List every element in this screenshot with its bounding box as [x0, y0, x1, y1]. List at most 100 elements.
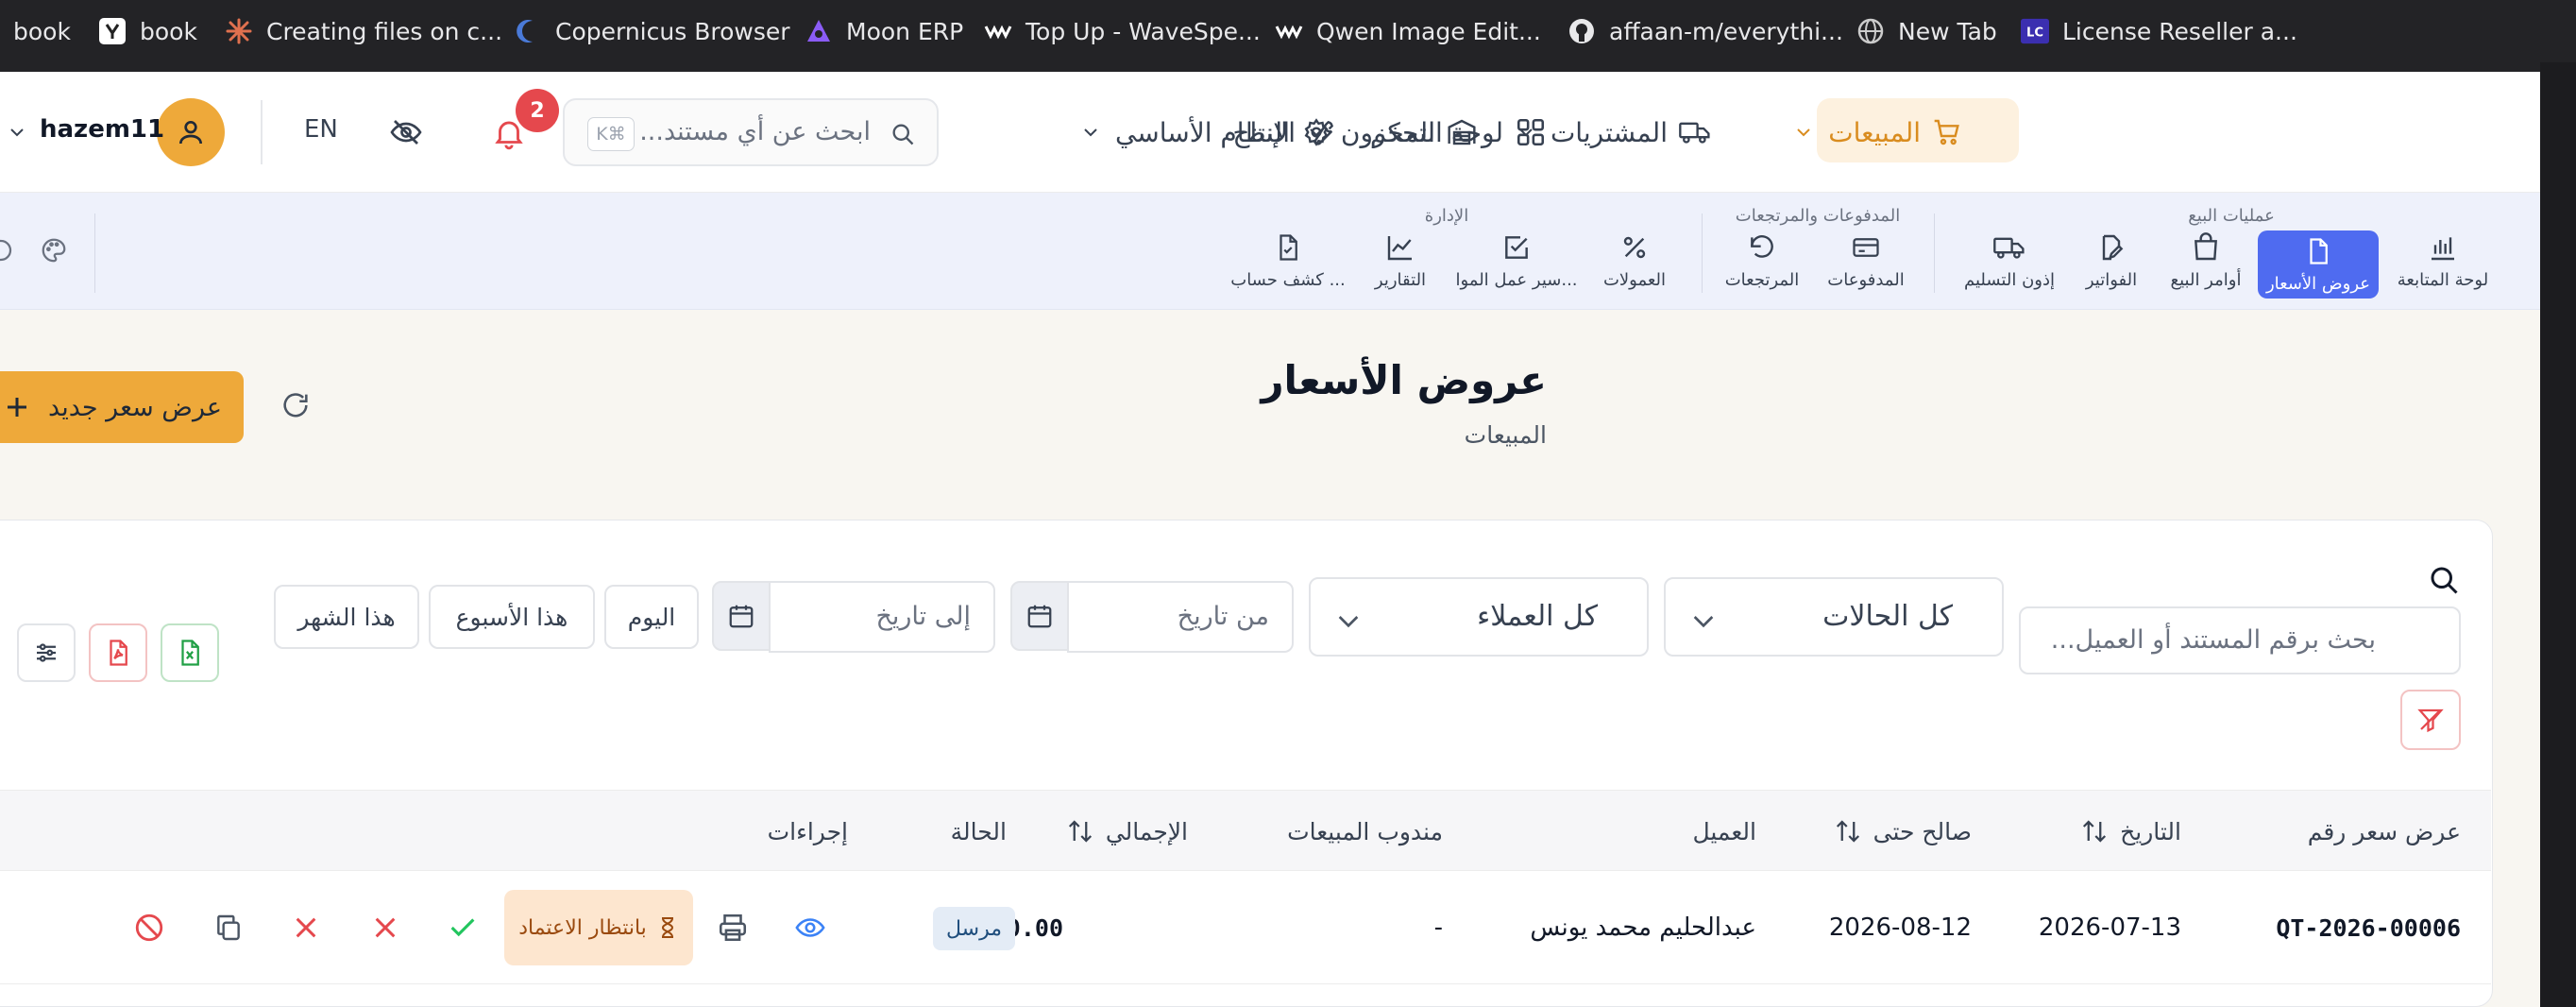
from-date-input[interactable]: من تاريخ	[1067, 581, 1294, 653]
percent-icon	[1619, 230, 1650, 265]
search-toggle-button[interactable]	[2427, 563, 2461, 597]
clear-filters-button[interactable]	[2400, 690, 2461, 750]
column-label: إجراءات	[767, 817, 848, 845]
document-icon	[2304, 234, 2332, 268]
to-date-picker-button[interactable]	[712, 581, 771, 651]
subnav-quotations[interactable]: عروض الأسعار	[2258, 230, 2379, 299]
bookmark-item[interactable]: Creating files on c...	[225, 0, 502, 62]
truck-icon	[1679, 117, 1711, 147]
column-header-valid-until[interactable]: صالح حتى	[1832, 791, 1972, 872]
search-icon	[890, 121, 916, 147]
column-header-total[interactable]: الإجمالي	[1064, 791, 1188, 872]
subnav-reports[interactable]: التقارير	[1339, 230, 1462, 297]
nav-sales[interactable]: المبيعات	[1794, 72, 1962, 193]
column-header-date[interactable]: التاريخ	[2078, 791, 2181, 872]
filter-today-button[interactable]: اليوم	[604, 585, 699, 649]
bookmark-item[interactable]: affaan-m/everythi...	[1568, 0, 1843, 62]
pdf-file-icon	[104, 639, 132, 667]
reject-button[interactable]	[366, 909, 404, 947]
bookmark-item[interactable]: New Tab	[1856, 0, 1997, 62]
subnav-monitoring[interactable]: لوحة المتابعة	[2381, 230, 2504, 297]
plus-icon	[3, 393, 31, 421]
nav-label: المشتريات	[1550, 116, 1668, 148]
customer-select[interactable]: كل العملاء	[1309, 577, 1649, 657]
new-quotation-button[interactable]: عرض سعر جديد	[0, 371, 244, 443]
eye-off-icon	[389, 115, 423, 149]
username[interactable]: hazem11	[40, 115, 164, 144]
hourglass-icon	[656, 915, 679, 940]
column-label: التاريخ	[2120, 817, 2181, 845]
close-icon	[370, 913, 400, 943]
sunburst-icon	[225, 17, 253, 45]
chevron-down-icon[interactable]	[8, 123, 26, 142]
subnav-label: كشف حساب ...	[1230, 270, 1346, 290]
global-search-input[interactable]: K⌘ ابحث عن أي مستند...	[563, 98, 939, 166]
bookmark-item[interactable]: Moon ERP	[805, 0, 963, 62]
bookmark-item[interactable]: Copernicus Browser	[514, 0, 790, 62]
refresh-button[interactable]	[280, 389, 312, 421]
warehouse-icon	[1447, 117, 1477, 147]
github-icon	[1568, 17, 1596, 45]
wrench-icon	[1307, 117, 1337, 147]
nav-production[interactable]: الإنتاج	[1232, 72, 1337, 193]
subnav-label: سير عمل الموا...	[1455, 270, 1578, 290]
input-placeholder: من تاريخ	[1177, 602, 1269, 631]
top-navigation: لوحة التحكم النظام الأساسي المبيعات المش…	[0, 72, 2540, 193]
palette-icon	[0, 236, 15, 265]
bookmark-item[interactable]: book	[13, 0, 71, 62]
breadcrumb[interactable]: المبيعات	[1465, 421, 1547, 449]
bookmark-label: book	[13, 17, 71, 45]
language-toggle[interactable]: EN	[304, 115, 338, 144]
from-date-picker-button[interactable]	[1010, 581, 1069, 651]
bookmark-item[interactable]: Qwen Image Edit...	[1275, 0, 1541, 62]
cell-number[interactable]: QT-2026-00006	[2276, 871, 2461, 984]
filter-this-week-button[interactable]: هذا الأسبوع	[429, 585, 595, 649]
subnav-commissions[interactable]: العمولات	[1573, 230, 1696, 297]
hide-values-button[interactable]	[389, 115, 423, 149]
printer-icon	[717, 912, 749, 944]
column-label: عرض سعر رقم	[2307, 817, 2461, 845]
view-button[interactable]	[791, 909, 829, 947]
more-button[interactable]	[0, 236, 15, 265]
export-pdf-button[interactable]	[89, 623, 147, 682]
bookmark-item[interactable]: book	[98, 0, 197, 62]
subnav-statement[interactable]: كشف حساب ...	[1227, 230, 1349, 297]
nav-purchases[interactable]: المشتريات	[1517, 72, 1711, 193]
filter-this-month-button[interactable]: هذا الشهر	[274, 585, 419, 649]
subnav-workflow[interactable]: سير عمل الموا...	[1455, 230, 1578, 297]
duplicate-button[interactable]	[210, 909, 247, 947]
globe-icon	[1856, 17, 1885, 45]
subnav-delivery-notes[interactable]: إذون التسليم	[1948, 230, 2071, 297]
column-settings-button[interactable]	[17, 623, 76, 682]
print-button[interactable]	[714, 909, 752, 947]
theme-button[interactable]	[40, 236, 68, 265]
notifications-button[interactable]: 2	[487, 89, 559, 157]
page-title: عروض الأسعار	[1261, 357, 1547, 403]
delete-button[interactable]	[287, 909, 325, 947]
bookmark-item[interactable]: LC License Reseller a...	[2021, 0, 2297, 62]
column-header-actions: إجراءات	[768, 791, 848, 872]
column-header-number[interactable]: عرض سعر رقم	[2308, 791, 2461, 872]
cancel-button[interactable]	[130, 909, 168, 947]
status-select[interactable]: كل الحالات	[1664, 577, 2004, 657]
bookmark-label: book	[140, 17, 197, 45]
subnav-returns[interactable]: المرتجعات	[1701, 230, 1823, 297]
notification-count-badge: 2	[516, 89, 559, 132]
sort-icon	[1064, 817, 1096, 845]
subnav-label: لوحة المتابعة	[2397, 270, 2489, 290]
table-row[interactable]: QT-2026-00006 2026-07-13 2026-08-12 عبدا…	[0, 871, 2491, 984]
subnav-label: المرتجعات	[1724, 270, 1800, 290]
search-icon	[2427, 563, 2461, 597]
shopping-bag-icon	[2191, 230, 2221, 265]
bookmark-item[interactable]: Top Up - WaveSpe...	[984, 0, 1261, 62]
to-date-input[interactable]: إلى تاريخ	[769, 581, 995, 653]
export-excel-button[interactable]	[161, 623, 219, 682]
window-edge	[2540, 62, 2576, 1007]
button-label: عرض سعر جديد	[48, 392, 222, 422]
avatar[interactable]	[157, 98, 225, 166]
credit-card-icon	[1850, 230, 1882, 265]
document-search-input[interactable]: بحث برقم المستند أو العميل...	[2019, 606, 2461, 674]
bookmark-label: Qwen Image Edit...	[1316, 17, 1541, 45]
group-label-management: الإدارة	[1424, 206, 1469, 226]
approve-button[interactable]	[444, 909, 482, 947]
